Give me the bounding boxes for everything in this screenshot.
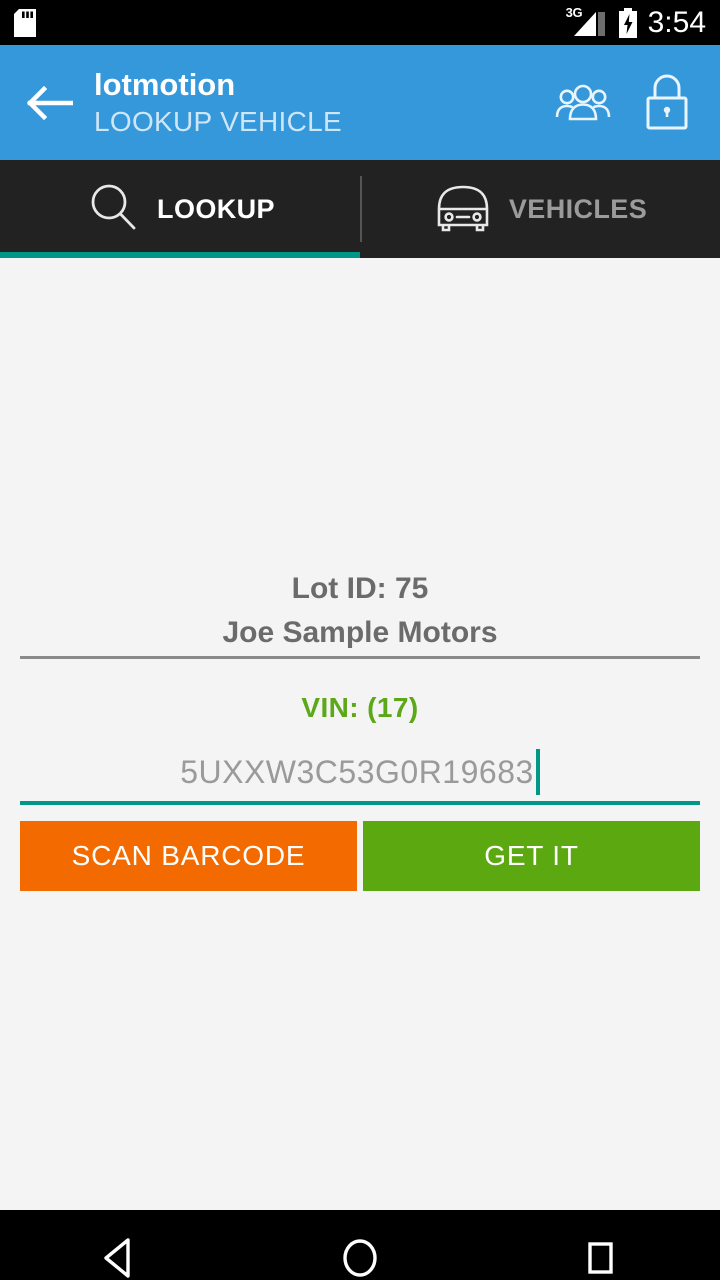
lot-id-label: Lot ID: 75	[291, 572, 429, 605]
main-content: Lot ID: 75 Joe Sample Motors VIN: (17) 5…	[0, 258, 720, 1210]
tab-vehicles-label: VEHICLES	[508, 193, 648, 224]
lock-icon[interactable]	[638, 72, 696, 134]
people-icon[interactable]	[554, 72, 612, 134]
nav-back-icon[interactable]	[0, 1235, 240, 1280]
app-bar: lotmotion LOOKUP VEHICLE	[0, 45, 720, 160]
status-bar-clock: 3:54	[647, 5, 706, 39]
page-title: lotmotion	[94, 66, 236, 102]
page-subtitle: LOOKUP VEHICLE	[94, 105, 342, 137]
vin-input-value: 5UXXW3C53G0R19683	[180, 754, 534, 790]
scan-barcode-button[interactable]: SCAN BARCODE	[20, 821, 357, 891]
sd-card-icon	[14, 8, 36, 37]
signal-bars-icon: 3G	[566, 6, 608, 38]
tab-bar: LOOKUP VEHICLES	[0, 160, 720, 258]
app-bar-titles: lotmotion LOOKUP VEHICLE	[78, 66, 554, 140]
battery-charging-icon	[618, 7, 638, 38]
lot-name-label: Joe Sample Motors	[222, 616, 498, 649]
section-divider	[20, 656, 700, 659]
nav-home-icon[interactable]	[240, 1233, 480, 1280]
get-it-button[interactable]: GET IT	[363, 821, 700, 891]
action-buttons: SCAN BARCODE GET IT	[20, 821, 700, 891]
lot-info: Lot ID: 75 Joe Sample Motors	[0, 567, 720, 655]
vin-label: VIN: (17)	[301, 692, 419, 723]
vin-input[interactable]: 5UXXW3C53G0R19683	[20, 743, 700, 805]
app-bar-actions	[554, 72, 702, 134]
phone-screen: 3G 3:54 lotmotion LOOKUP VEHICLE LOOKUP …	[0, 0, 720, 1280]
status-bar: 3G 3:54	[0, 0, 720, 45]
system-nav-bar	[0, 1210, 720, 1280]
status-bar-left	[14, 8, 36, 37]
tab-lookup[interactable]: LOOKUP	[0, 160, 360, 258]
nav-recents-icon[interactable]	[480, 1235, 720, 1280]
tab-vehicles[interactable]: VEHICLES	[360, 160, 720, 258]
tab-lookup-label: LOOKUP	[157, 193, 275, 224]
search-icon	[85, 179, 141, 240]
tab-divider	[360, 176, 362, 242]
car-icon	[433, 181, 493, 238]
text-cursor	[535, 749, 540, 795]
back-arrow-icon[interactable]	[22, 75, 78, 131]
status-bar-right: 3G 3:54	[566, 5, 706, 39]
